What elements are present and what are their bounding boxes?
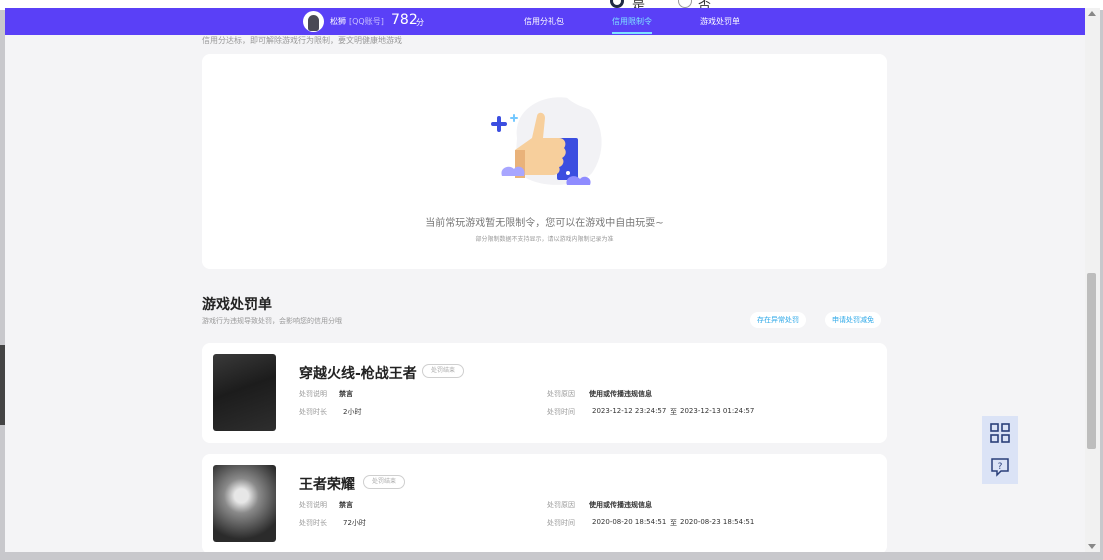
user-name: 松狮 bbox=[330, 17, 346, 26]
time-separator: 至 bbox=[670, 519, 677, 527]
restriction-hint: 信用分达标，即可解除游戏行为限制，要文明健康地游戏 bbox=[202, 36, 402, 45]
end-time: 2023-12-13 01:24:57 bbox=[680, 407, 755, 415]
thumbs-up-illustration bbox=[491, 93, 602, 185]
tab-credit-gift[interactable]: 信用分礼包 bbox=[524, 16, 564, 27]
credit-modal: 松狮 [QQ账号] 782 分 信用分礼包 信用限制令 游戏处罚单 信用分达标，… bbox=[5, 8, 1085, 552]
penalty-record[interactable]: 穿越火线-枪战王者 处罚结束 处罚说明 禁言 处罚时长 2小时 处罚原因 使用或… bbox=[202, 343, 887, 443]
tab-penalty[interactable]: 游戏处罚单 bbox=[700, 16, 740, 27]
end-time: 2020-08-23 18:54:51 bbox=[680, 518, 755, 526]
tab-restriction[interactable]: 信用限制令 bbox=[612, 16, 652, 27]
score-unit: 分 bbox=[416, 18, 424, 27]
time-label: 处罚时间 bbox=[547, 408, 575, 416]
time-separator: 至 bbox=[670, 408, 677, 416]
reason-value: 使用或传播违规信息 bbox=[589, 390, 652, 398]
game-thumbnail bbox=[213, 354, 276, 431]
empty-state-subtitle: 部分限制数据不支持显示，请以游戏内限制记录为准 bbox=[475, 236, 614, 243]
start-time: 2020-08-20 18:54:51 bbox=[592, 518, 667, 526]
penalty-section-title: 游戏处罚单 bbox=[202, 297, 272, 313]
content-area: 信用分达标，即可解除游戏行为限制，要文明健康地游戏 当前常玩游戏暂无限制令，您可… bbox=[5, 35, 1085, 552]
help-icon: ? bbox=[991, 458, 1009, 477]
duration-label: 处罚时长 bbox=[299, 519, 327, 527]
qrcode-icon bbox=[990, 423, 1010, 443]
qrcode-button[interactable] bbox=[982, 416, 1018, 450]
reason-label: 处罚原因 bbox=[547, 390, 575, 398]
scroll-up-arrow[interactable] bbox=[1088, 11, 1096, 16]
svg-text:?: ? bbox=[998, 462, 1003, 472]
active-tab-indicator bbox=[612, 32, 652, 34]
avatar[interactable] bbox=[303, 11, 324, 32]
duration-value: 2小时 bbox=[343, 408, 362, 416]
status-badge: 处罚结束 bbox=[422, 364, 465, 378]
desc-label: 处罚说明 bbox=[299, 390, 327, 398]
scrollbar[interactable] bbox=[1085, 8, 1100, 552]
game-thumbnail bbox=[213, 465, 276, 542]
duration-label: 处罚时长 bbox=[299, 408, 327, 416]
game-name: 王者荣耀 bbox=[299, 477, 355, 493]
report-abnormal-button[interactable]: 存在异常处罚 bbox=[750, 312, 806, 328]
apply-reduction-button[interactable]: 申请处罚减免 bbox=[825, 312, 881, 328]
time-label: 处罚时间 bbox=[547, 519, 575, 527]
status-badge: 处罚结束 bbox=[363, 475, 406, 489]
restriction-empty-card: 当前常玩游戏暂无限制令，您可以在游戏中自由玩耍~ 部分限制数据不支持显示，请以游… bbox=[202, 54, 887, 269]
start-time: 2023-12-12 23:24:57 bbox=[592, 407, 667, 415]
top-bar: 松狮 [QQ账号] 782 分 信用分礼包 信用限制令 游戏处罚单 bbox=[5, 8, 1085, 35]
scroll-down-arrow[interactable] bbox=[1088, 544, 1096, 549]
credit-score: 782 bbox=[391, 12, 418, 28]
scroll-thumb[interactable] bbox=[1087, 273, 1096, 449]
account-type: [QQ账号] bbox=[349, 17, 384, 26]
game-name: 穿越火线-枪战王者 bbox=[299, 366, 417, 382]
reason-value: 使用或传播违规信息 bbox=[589, 501, 652, 509]
penalty-section-subtitle: 游戏行为违规导致处罚，会影响您的信用分哦 bbox=[202, 317, 342, 325]
duration-value: 72小时 bbox=[343, 519, 366, 527]
desc-label: 处罚说明 bbox=[299, 501, 327, 509]
desc-value: 禁言 bbox=[339, 501, 353, 509]
penalty-record[interactable]: 王者荣耀 处罚结束 处罚说明 禁言 处罚时长 72小时 处罚原因 使用或传播违规… bbox=[202, 454, 887, 552]
help-button[interactable]: ? bbox=[982, 450, 1018, 484]
reason-label: 处罚原因 bbox=[547, 501, 575, 509]
desc-value: 禁言 bbox=[339, 390, 353, 398]
empty-state-title: 当前常玩游戏暂无限制令，您可以在游戏中自由玩耍~ bbox=[425, 218, 664, 229]
